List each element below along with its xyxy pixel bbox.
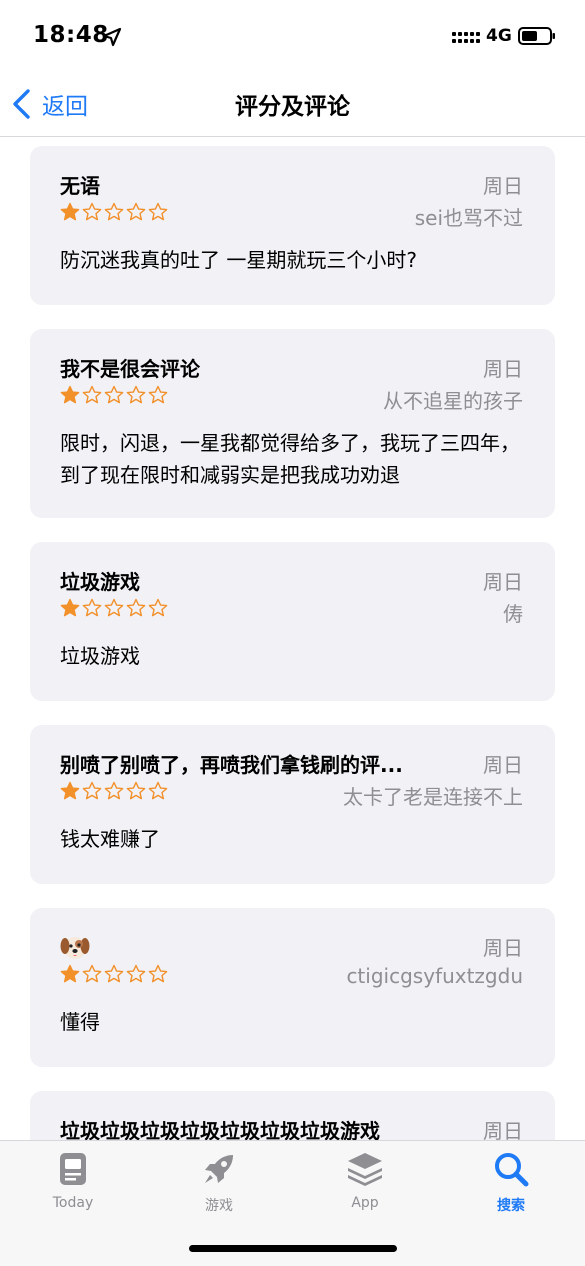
review-date: 周日 xyxy=(483,357,523,381)
star-empty-icon xyxy=(148,964,168,983)
review-title: 垃圾垃圾垃圾垃圾垃圾垃圾垃圾游戏 xyxy=(60,1119,380,1140)
review-date: 周日 xyxy=(483,1119,523,1140)
app-root: 18:48 4G 返回 评分及评论 无语 周日 sei也骂不过 防沉迷我真的吐了… xyxy=(0,0,585,1266)
star-empty-icon xyxy=(82,598,102,617)
review-date: 周日 xyxy=(483,936,523,960)
review-author: 太卡了老是连接不上 xyxy=(343,785,523,809)
tab-label: 搜索 xyxy=(497,1198,525,1214)
star-empty-icon xyxy=(126,598,146,617)
review-body: 防沉迷我真的吐了 一星期就玩三个小时? xyxy=(60,248,417,272)
review-author: 从不追星的孩子 xyxy=(383,389,523,413)
tab-search[interactable]: 搜索 xyxy=(461,1149,561,1219)
review-body: 限时，闪退，一星我都觉得给多了，我玩了三四年，到了现在限时和减弱实是把我成功劝退 xyxy=(60,431,520,487)
review-date: 周日 xyxy=(483,570,523,594)
star-empty-icon xyxy=(104,964,124,983)
status-bar: 18:48 4G xyxy=(0,0,585,72)
tab-app[interactable]: App xyxy=(315,1149,415,1219)
review-card[interactable]: 无语 周日 sei也骂不过 防沉迷我真的吐了 一星期就玩三个小时? xyxy=(30,146,555,305)
page-title: 评分及评论 xyxy=(235,94,350,120)
star-empty-icon xyxy=(82,781,102,800)
star-filled-icon xyxy=(60,964,80,983)
review-title: 无语 xyxy=(60,174,100,198)
tab-today[interactable]: Today xyxy=(23,1149,123,1219)
star-empty-icon xyxy=(82,202,102,221)
star-rating xyxy=(60,385,168,405)
star-filled-icon xyxy=(60,598,80,617)
star-empty-icon xyxy=(148,202,168,221)
location-arrow-icon xyxy=(102,27,122,47)
star-rating xyxy=(60,202,168,222)
review-author: sei也骂不过 xyxy=(414,206,523,230)
status-time: 18:48 xyxy=(33,22,109,48)
star-empty-icon xyxy=(104,385,124,404)
home-indicator xyxy=(189,1245,397,1252)
star-empty-icon xyxy=(126,385,146,404)
star-empty-icon xyxy=(148,598,168,617)
search-icon xyxy=(495,1153,529,1187)
star-filled-icon xyxy=(60,385,80,404)
review-card[interactable]: 垃圾垃圾垃圾垃圾垃圾垃圾垃圾游戏 周日 xyxy=(30,1091,555,1140)
review-title: 别喷了别喷了，再喷我们拿钱刷的评... xyxy=(60,753,403,777)
star-empty-icon xyxy=(126,964,146,983)
network-type: 4G xyxy=(486,26,512,46)
star-empty-icon xyxy=(82,385,102,404)
star-empty-icon xyxy=(148,385,168,404)
review-title: 垃圾游戏 xyxy=(60,570,140,594)
review-list[interactable]: 无语 周日 sei也骂不过 防沉迷我真的吐了 一星期就玩三个小时? 我不是很会评… xyxy=(0,137,585,1140)
dog-face-icon xyxy=(60,937,90,959)
review-card[interactable]: 我不是很会评论 周日 从不追星的孩子 限时，闪退，一星我都觉得给多了，我玩了三四… xyxy=(30,329,555,518)
review-card[interactable]: 周日 ctigicgsyfuxtzgdu 懂得 xyxy=(30,908,555,1067)
star-empty-icon xyxy=(82,964,102,983)
review-card[interactable]: 别喷了别喷了，再喷我们拿钱刷的评... 周日 太卡了老是连接不上 钱太难赚了 xyxy=(30,725,555,884)
star-empty-icon xyxy=(104,781,124,800)
star-empty-icon xyxy=(148,781,168,800)
review-author: ctigicgsyfuxtzgdu xyxy=(346,964,523,988)
review-card[interactable]: 垃圾游戏 周日 俦 垃圾游戏 xyxy=(30,542,555,701)
rocket-icon xyxy=(205,1155,233,1183)
review-title: 我不是很会评论 xyxy=(60,357,200,381)
review-body: 懂得 xyxy=(60,1010,100,1034)
navigation-bar: 返回 评分及评论 xyxy=(0,72,585,137)
review-title-emoji xyxy=(60,932,430,967)
tab-games[interactable]: 游戏 xyxy=(169,1149,269,1219)
review-date: 周日 xyxy=(483,753,523,777)
star-rating xyxy=(60,598,168,618)
star-rating xyxy=(60,964,168,984)
tab-label: App xyxy=(351,1195,379,1211)
star-filled-icon xyxy=(60,202,80,221)
review-body: 钱太难赚了 xyxy=(60,827,160,851)
review-author: 俦 xyxy=(503,602,523,626)
review-date: 周日 xyxy=(483,174,523,198)
battery-icon xyxy=(518,27,555,45)
cellular-signal-icon xyxy=(452,32,480,43)
app-stack-icon xyxy=(348,1153,382,1186)
star-rating xyxy=(60,781,168,801)
star-empty-icon xyxy=(126,202,146,221)
star-empty-icon xyxy=(104,202,124,221)
tab-label: Today xyxy=(52,1195,94,1211)
star-empty-icon xyxy=(126,781,146,800)
review-body: 垃圾游戏 xyxy=(60,644,140,668)
star-filled-icon xyxy=(60,781,80,800)
star-empty-icon xyxy=(104,598,124,617)
tab-label: 游戏 xyxy=(205,1198,233,1214)
today-icon xyxy=(60,1153,86,1185)
